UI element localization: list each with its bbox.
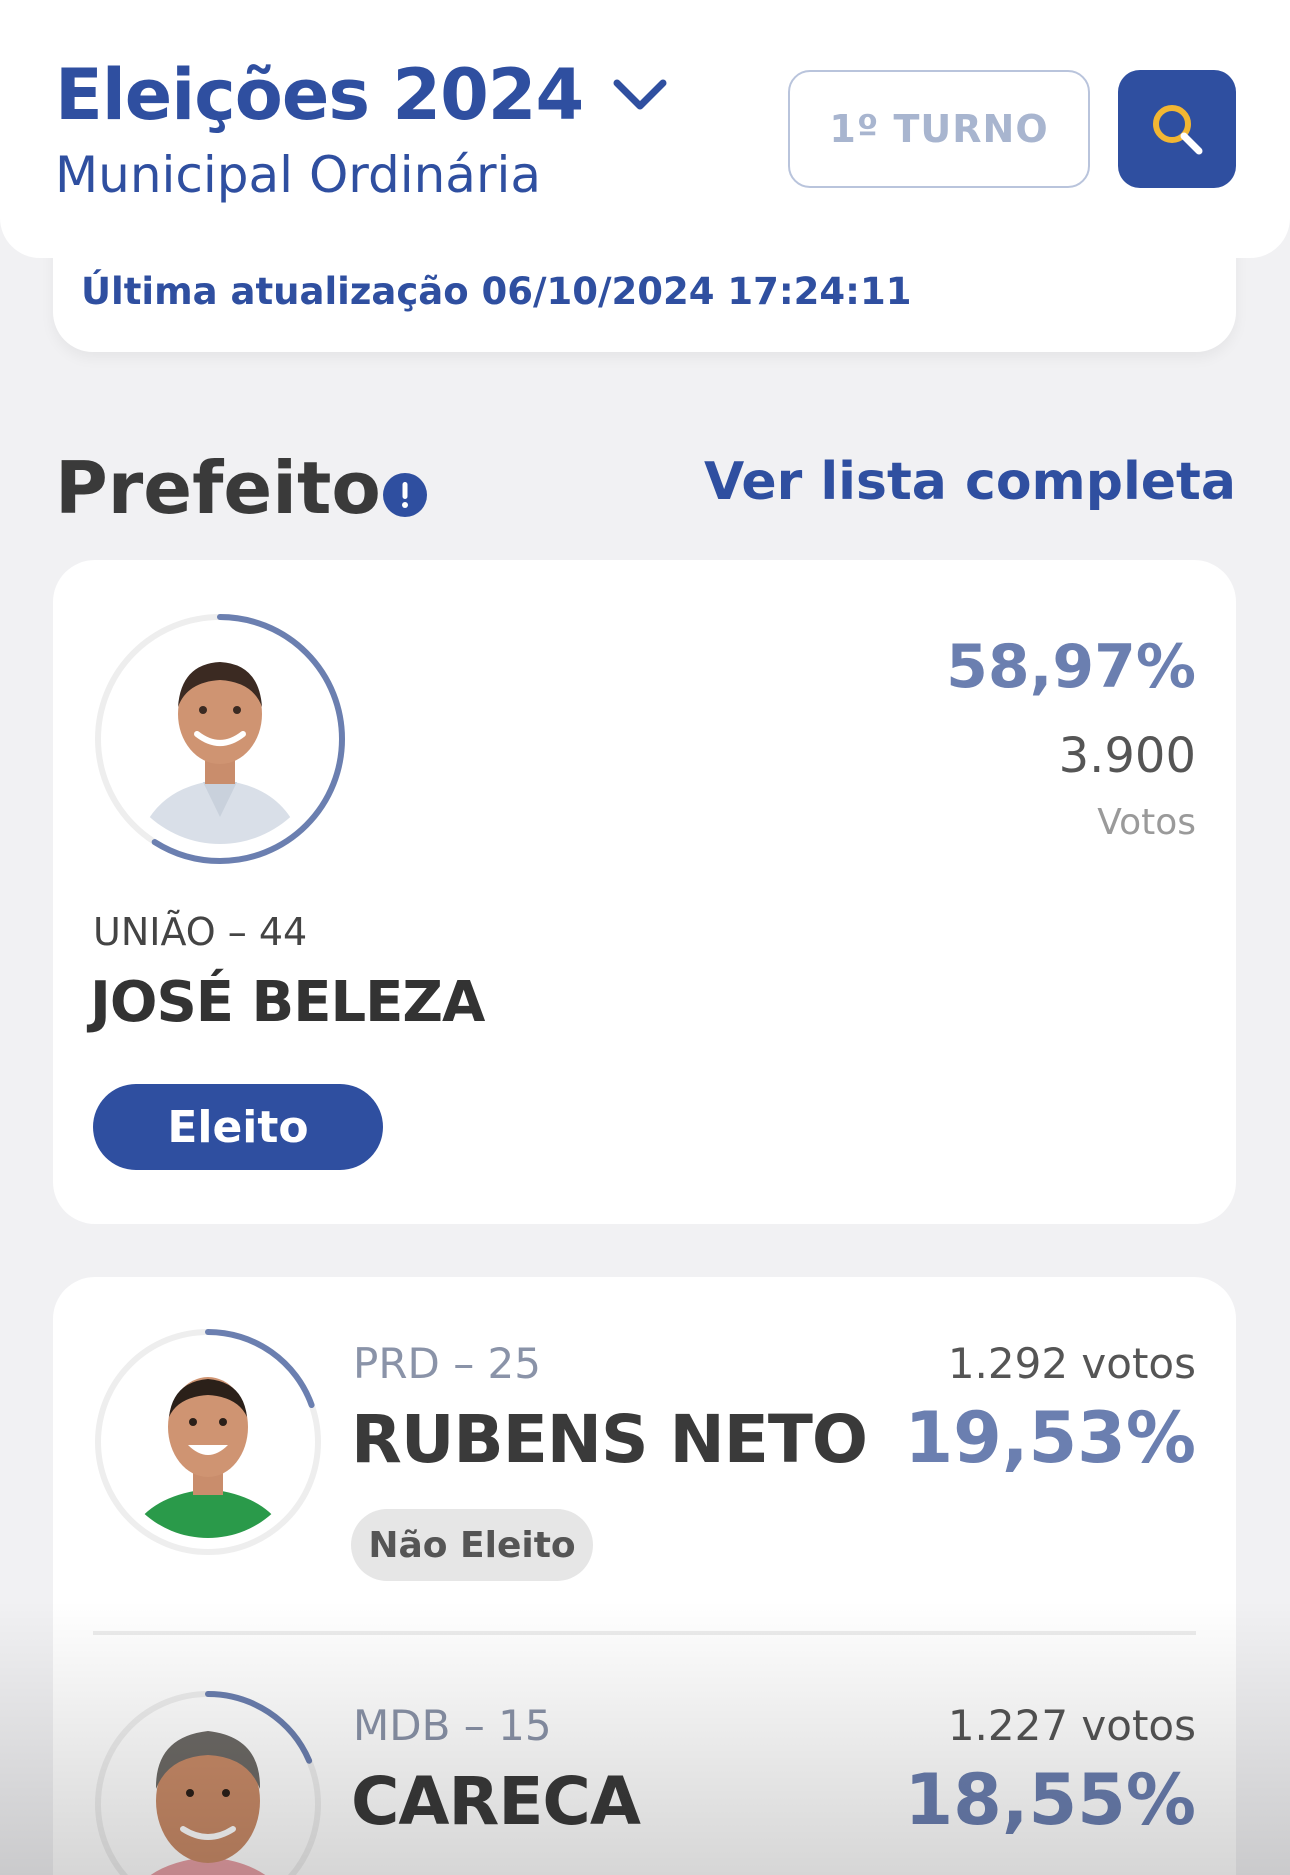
page: Eleições 2024 Municipal Ordinária 1º TUR… — [0, 0, 1290, 1875]
turno-button[interactable]: 1º TURNO — [788, 70, 1090, 188]
candidate-votes: 1.227 votos — [947, 1701, 1196, 1750]
candidate-photo — [95, 1329, 321, 1555]
status-badge: Eleito — [93, 1084, 383, 1170]
candidate-photo — [95, 614, 345, 864]
candidate-percent: 58,97% — [946, 632, 1196, 702]
candidate-card[interactable]: 58,97% 3.900 Votos UNIÃO – 44 JOSÉ BELEZ… — [53, 560, 1236, 1224]
search-icon — [1153, 105, 1203, 155]
avatar — [93, 1327, 323, 1557]
full-list-link[interactable]: Ver lista completa — [704, 452, 1236, 512]
candidate-votes: 3.900 — [1058, 728, 1196, 784]
candidate-list-card: PRD – 25 RUBENS NETO 1.292 votos 19,53% … — [53, 1277, 1236, 1875]
candidate-name: JOSÉ BELEZA — [90, 970, 485, 1035]
section-title: Prefeito — [55, 446, 381, 530]
chevron-down-icon[interactable] — [611, 75, 669, 115]
status-badge: Não Eleito — [351, 1509, 593, 1581]
election-title: Eleições 2024 — [55, 54, 584, 136]
candidate-party: PRD – 25 — [353, 1339, 541, 1388]
candidate-name: CARECA — [351, 1763, 641, 1840]
last-update-text: Última atualização 06/10/2024 17:24:11 — [81, 270, 912, 313]
avatar — [93, 1689, 323, 1875]
candidate-photo — [95, 1691, 321, 1875]
avatar — [93, 612, 347, 866]
candidate-name: RUBENS NETO — [351, 1401, 868, 1478]
candidate-percent: 18,55% — [904, 1759, 1196, 1841]
votes-label: Votos — [1097, 802, 1196, 843]
candidate-party: UNIÃO – 44 — [93, 910, 308, 954]
election-subtitle: Municipal Ordinária — [55, 146, 542, 204]
divider — [93, 1631, 1196, 1635]
candidate-votes: 1.292 votos — [947, 1339, 1196, 1388]
search-button[interactable] — [1118, 70, 1236, 188]
candidate-party: MDB – 15 — [353, 1701, 552, 1750]
election-selector[interactable]: Eleições 2024 — [55, 60, 669, 130]
info-icon[interactable] — [382, 472, 428, 518]
candidate-percent: 19,53% — [904, 1397, 1196, 1479]
app-header: Eleições 2024 Municipal Ordinária 1º TUR… — [0, 0, 1290, 258]
